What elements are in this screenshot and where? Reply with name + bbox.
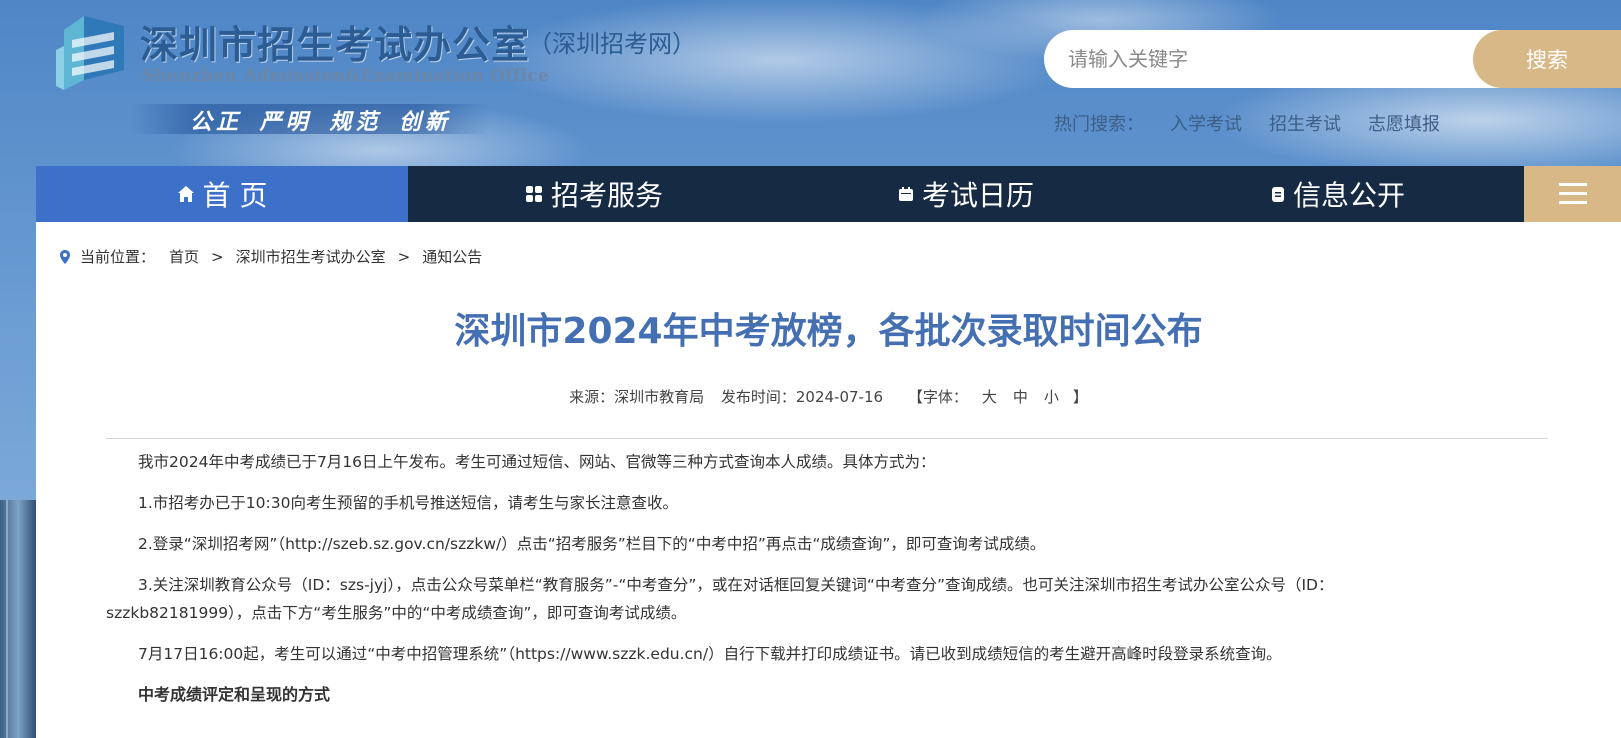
hot-search-label: 热门搜索： [1054, 114, 1144, 135]
breadcrumb-label: 当前位置： [80, 248, 156, 266]
breadcrumb-link[interactable]: 通知公告 [422, 246, 482, 267]
grid-icon [525, 186, 542, 202]
nav-item-services[interactable]: 招考服务 [408, 166, 780, 222]
article-paragraph: 2.登录“深圳招考网”（http://szeb.sz.gov.cn/szzkw/… [138, 535, 1046, 553]
nav-item-info[interactable]: 信息公开 [1152, 166, 1524, 222]
font-size-medium[interactable]: 中 [1013, 388, 1028, 406]
main-nav: 首 页 招考服务 考试日历 信息公开 [36, 166, 1621, 222]
hot-search-link[interactable]: 招生考试 [1269, 110, 1341, 136]
search-button[interactable]: 搜索 [1473, 30, 1621, 88]
nav-item-label: 考试日历 [921, 179, 1034, 212]
home-icon [177, 186, 194, 202]
nav-item-label: 首 页 [202, 179, 268, 212]
hot-search: 热门搜索： 入学考试 招生考试 志愿填报 [1054, 110, 1467, 136]
content-panel: 当前位置： 首页 > 深圳市招生考试办公室 > 通知公告 深圳市2024年中考放… [36, 222, 1621, 738]
location-pin-icon [60, 249, 70, 264]
divider [106, 438, 1548, 439]
article-paragraph: 我市2024年中考成绩已于7月16日上午发布。考生可通过短信、网站、官微等三种方… [138, 453, 936, 471]
document-icon [1271, 186, 1284, 202]
nav-item-home[interactable]: 首 页 [36, 166, 408, 222]
font-size-close: 】 [1072, 388, 1088, 406]
font-size-label: 【字体： [907, 388, 968, 406]
nav-item-calendar[interactable]: 考试日历 [780, 166, 1152, 222]
building-decoration [0, 500, 36, 738]
article-subheading: 中考成绩评定和呈现的方式 [138, 685, 331, 704]
breadcrumb-separator: > [397, 247, 411, 266]
menu-button[interactable] [1524, 166, 1621, 222]
nav-item-label: 信息公开 [1292, 179, 1405, 212]
font-size-small[interactable]: 小 [1044, 388, 1059, 406]
calendar-icon [898, 187, 913, 201]
nav-item-label: 招考服务 [550, 179, 663, 212]
article-meta: 来源：深圳市教育局 发布时间：2024-07-16 【字体： 大中小】 [36, 386, 1621, 407]
article-source: 来源：深圳市教育局 [569, 388, 705, 406]
article-publish-time: 发布时间：2024-07-16 [720, 388, 884, 406]
breadcrumb-link[interactable]: 深圳市招生考试办公室 [236, 246, 386, 267]
article-title: 深圳市2024年中考放榜，各批次录取时间公布 [454, 311, 1203, 352]
breadcrumb-link[interactable]: 首页 [169, 246, 199, 267]
site-name[interactable]: 深圳市招生考试办公室 [140, 14, 530, 69]
site-subtitle: （深圳招考网） [528, 30, 696, 58]
search-input[interactable] [1068, 30, 1448, 88]
slogan: 公正 严明 规范 创新 [190, 110, 451, 135]
article-paragraph: 7月17日16:00起，考生可以通过“中考中招管理系统”（https://www… [138, 645, 1282, 663]
logo-icon [56, 16, 124, 90]
hot-search-link[interactable]: 志愿填报 [1368, 110, 1440, 136]
article-body: 我市2024年中考成绩已于7月16日上午发布。考生可通过短信、网站、官微等三种方… [106, 448, 1426, 709]
hamburger-icon [1558, 183, 1587, 205]
font-size-large[interactable]: 大 [982, 388, 997, 406]
breadcrumb-separator: > [211, 247, 224, 266]
article-paragraph: 3.关注深圳教育公众号（ID：szs-jyj），点击公众号菜单栏“教育服务”-“… [106, 576, 1334, 622]
hot-search-link[interactable]: 入学考试 [1170, 110, 1242, 136]
article-paragraph: 1.市招考办已于10:30向考生预留的手机号推送短信，请考生与家长注意查收。 [138, 494, 678, 512]
breadcrumb: 当前位置： 首页 > 深圳市招生考试办公室 > 通知公告 [60, 246, 482, 267]
site-english-name: Shenzhen Admission&Examination Office [142, 66, 550, 86]
